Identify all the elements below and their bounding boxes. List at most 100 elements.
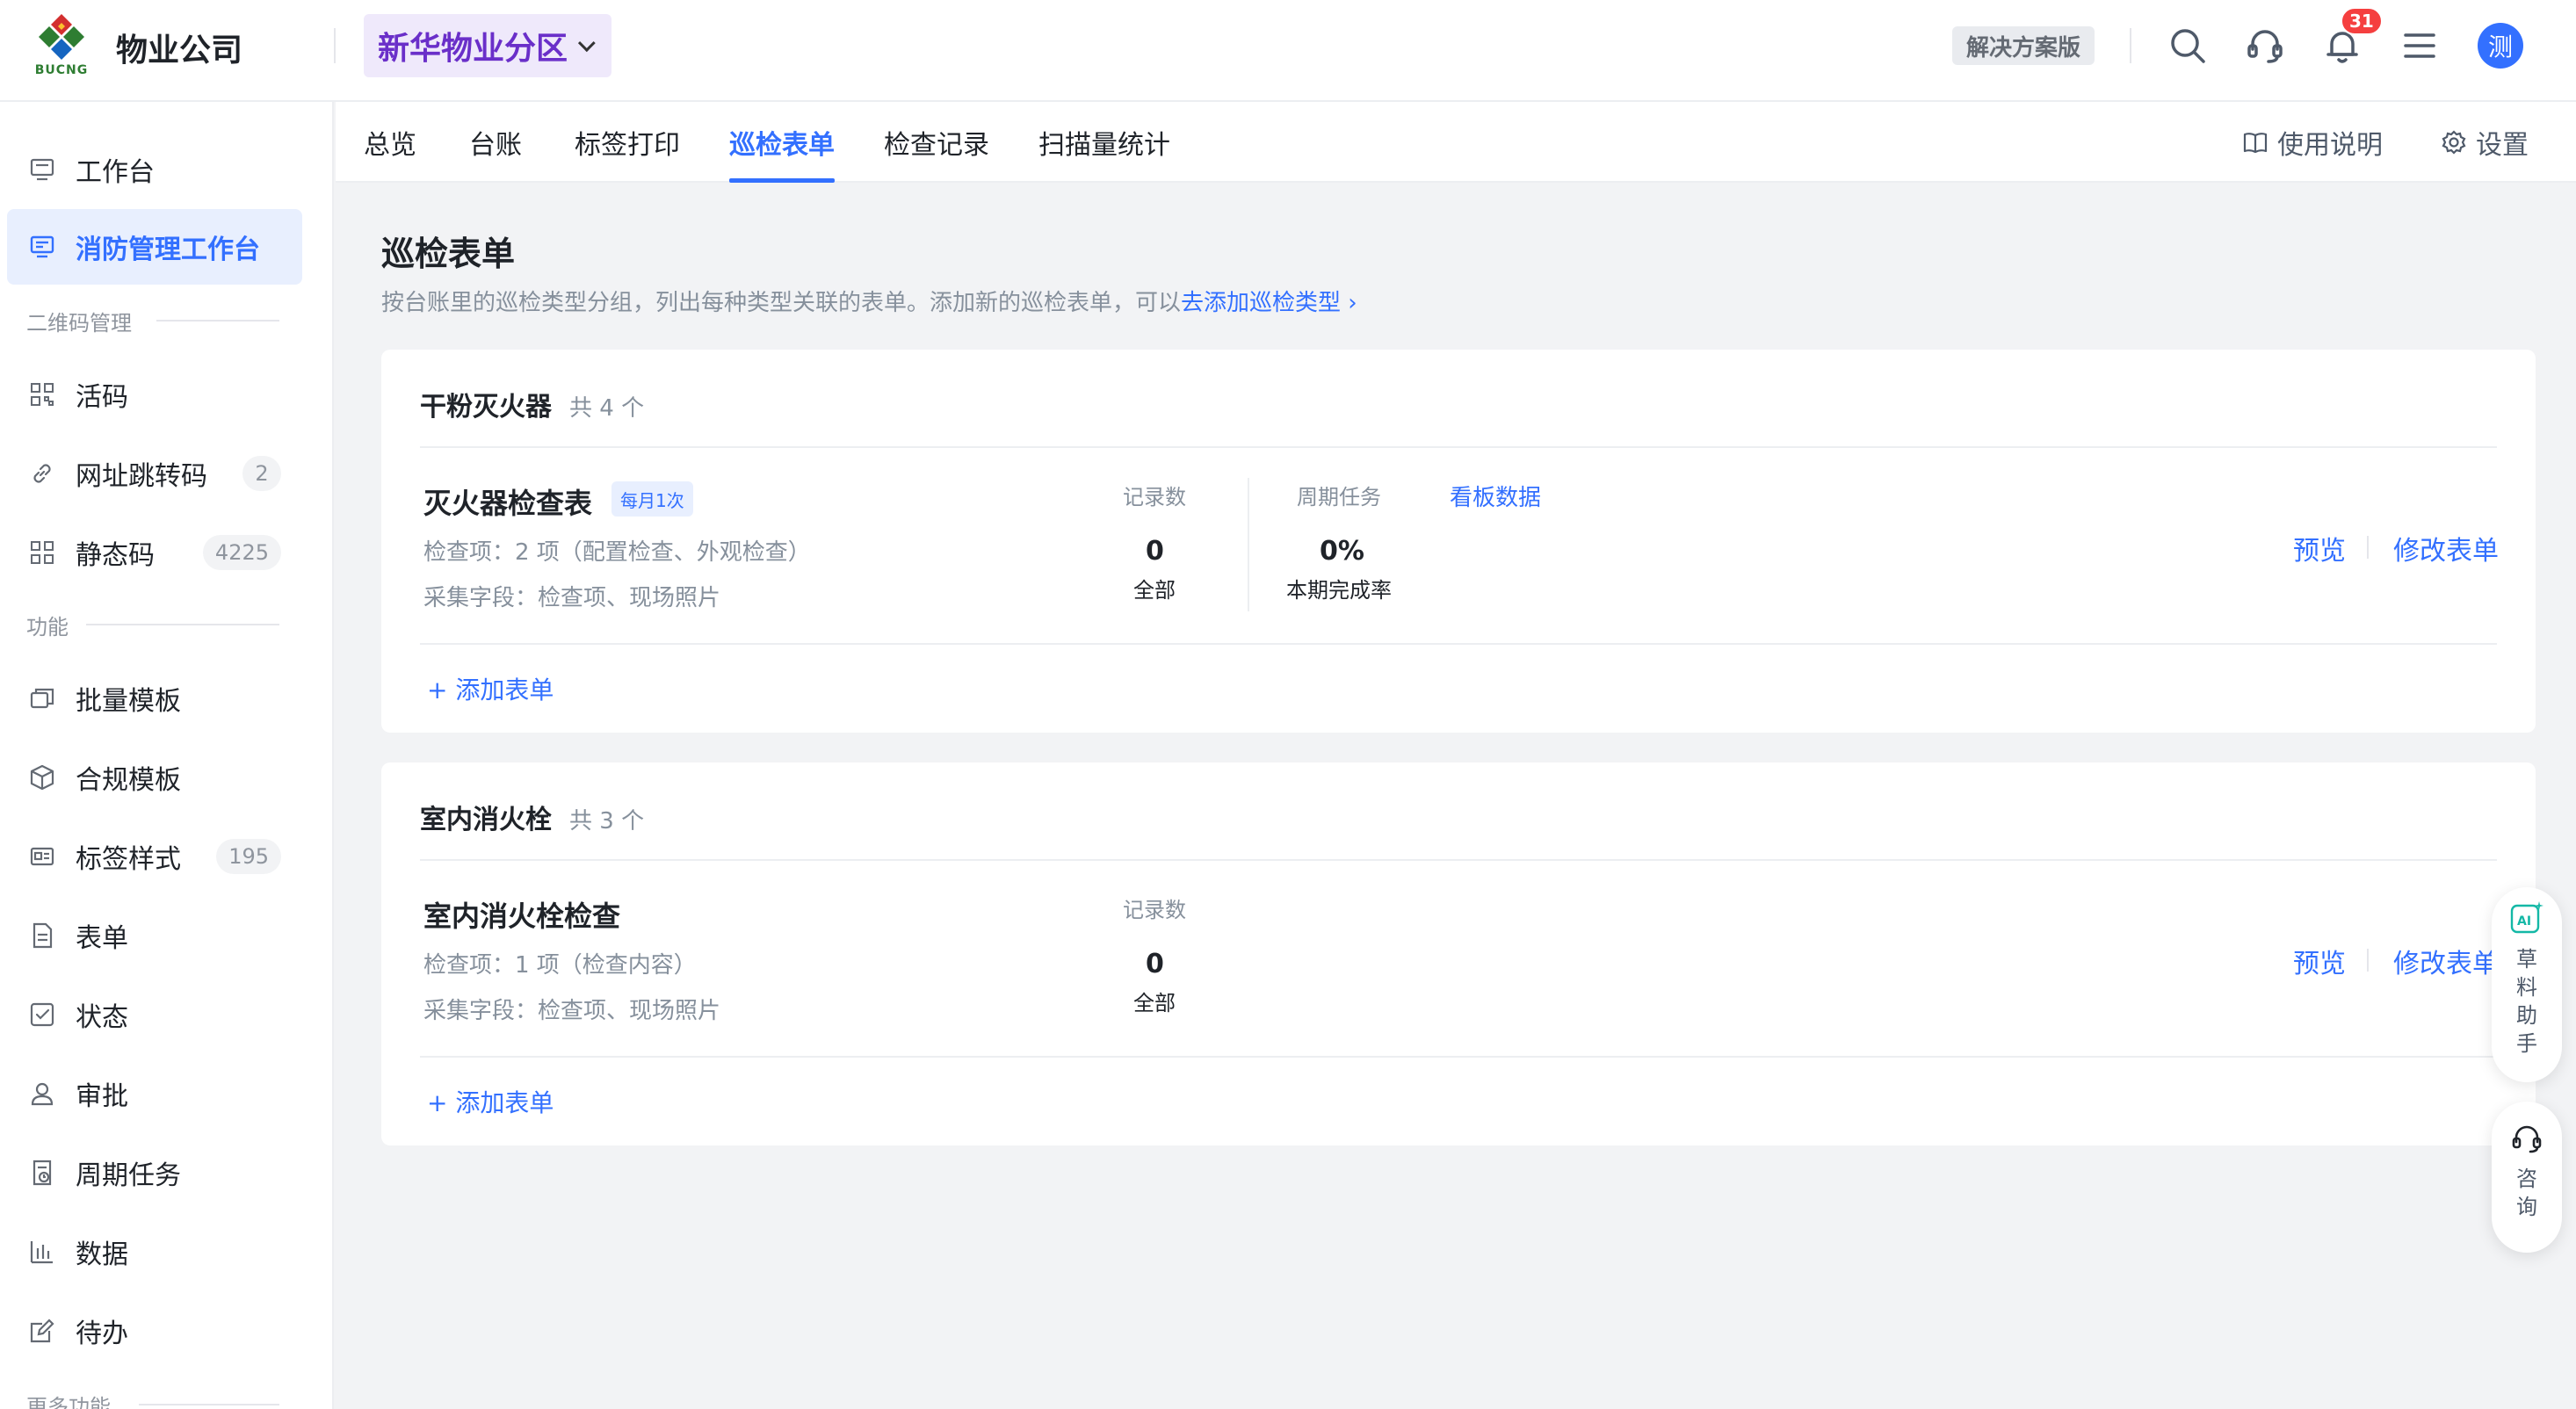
sidebar-item-count: 195 bbox=[216, 839, 281, 874]
edit-form-button[interactable]: 修改表单 bbox=[2393, 942, 2499, 980]
logo-text: BUCNG bbox=[34, 63, 89, 77]
company-name: 物业公司 bbox=[116, 33, 243, 69]
tab-bar: 总览 台账 标签打印 巡检表单 检查记录 扫描量统计 使用说明 设置 bbox=[336, 102, 2576, 183]
menu-icon[interactable] bbox=[2399, 25, 2441, 67]
search-icon[interactable] bbox=[2167, 25, 2209, 67]
sidebar-item-label: 表单 bbox=[76, 923, 128, 954]
add-form-button[interactable]: + 添加表单 bbox=[427, 671, 554, 706]
edition-badge: 解决方案版 bbox=[1952, 26, 2095, 65]
page-description-text: 按台账里的巡检类型分组，列出每种类型关联的表单。添加新的巡检表单，可以 bbox=[381, 290, 1182, 316]
user-avatar[interactable]: 测 bbox=[2478, 23, 2523, 69]
sidebar-item-form[interactable]: 表单 bbox=[7, 898, 302, 973]
sidebar-item-todo[interactable]: 待办 bbox=[7, 1293, 302, 1369]
settings-label: 设置 bbox=[2476, 130, 2529, 161]
form-check-items: 检查项：1 项（检查内容） bbox=[423, 952, 697, 979]
sidebar-item-label-style[interactable]: 标签样式 195 bbox=[7, 819, 302, 894]
preview-button[interactable]: 预览 bbox=[2293, 529, 2346, 567]
dashboard-link[interactable]: 看板数据 bbox=[1450, 480, 1541, 512]
sidebar-item-static-code[interactable]: 静态码 4225 bbox=[7, 515, 302, 590]
ai-assistant-widget[interactable]: AI 草料助手 bbox=[2492, 887, 2562, 1082]
sidebar-item-live-code[interactable]: 活码 bbox=[7, 357, 302, 432]
preview-button[interactable]: 预览 bbox=[2293, 942, 2346, 980]
sidebar-item-status[interactable]: 状态 bbox=[7, 977, 302, 1052]
settings-link[interactable]: 设置 bbox=[2441, 123, 2529, 162]
monitor-icon bbox=[28, 155, 56, 184]
form-fields: 采集字段：检查项、现场照片 bbox=[423, 998, 721, 1024]
sidebar-item-label: 工作台 bbox=[76, 157, 155, 188]
form-check-items: 检查项：2 项（配置检查、外观检查） bbox=[423, 539, 811, 566]
tab-check-records[interactable]: 检查记录 bbox=[884, 123, 989, 183]
top-bar: BUCNG 物业公司 新华物业分区 解决方案版 31 测 bbox=[0, 0, 2576, 102]
page-description: 按台账里的巡检类型分组，列出每种类型关联的表单。添加新的巡检表单，可以去添加巡检… bbox=[381, 285, 1357, 317]
monitor-icon bbox=[28, 233, 56, 261]
tab-inspection-form[interactable]: 巡检表单 bbox=[729, 123, 835, 183]
sidebar-item-data[interactable]: 数据 bbox=[7, 1214, 302, 1290]
consult-label: 咨询 bbox=[2516, 1167, 2537, 1219]
divider bbox=[420, 446, 2497, 448]
group-name: 室内消火栓 bbox=[420, 805, 552, 835]
sidebar-item-workbench[interactable]: 工作台 bbox=[7, 132, 302, 207]
action-divider bbox=[2367, 536, 2369, 559]
headset-icon[interactable] bbox=[2244, 25, 2286, 67]
section-title-function: 功能 bbox=[26, 615, 69, 639]
tab-scan-stats[interactable]: 扫描量统计 bbox=[1038, 123, 1170, 183]
frequency-tag: 每月1次 bbox=[611, 481, 693, 517]
checkbox-icon bbox=[28, 1001, 56, 1029]
tab-label-print[interactable]: 标签打印 bbox=[575, 123, 680, 183]
sidebar-item-url-code[interactable]: 网址跳转码 2 bbox=[7, 436, 302, 511]
sidebar-item-fire-workbench[interactable]: 消防管理工作台 bbox=[7, 209, 302, 285]
sidebar-item-label: 状态 bbox=[76, 1002, 128, 1033]
branch-name: 新华物业分区 bbox=[378, 31, 568, 67]
group-count: 共 4 个 bbox=[569, 395, 645, 422]
add-inspection-type-link[interactable]: 去添加巡检类型 › bbox=[1181, 290, 1357, 316]
header-divider bbox=[2130, 28, 2131, 63]
sidebar-item-label: 批量模板 bbox=[76, 686, 181, 717]
form-fields: 采集字段：检查项、现场照片 bbox=[423, 585, 721, 611]
periodic-value: 0% bbox=[1320, 536, 1364, 567]
records-value: 0 bbox=[1146, 949, 1164, 979]
sidebar-item-label: 活码 bbox=[76, 382, 128, 413]
sidebar-item-label: 审批 bbox=[76, 1081, 128, 1112]
divider bbox=[420, 643, 2497, 645]
form-name[interactable]: 室内消火栓检查 bbox=[423, 894, 620, 935]
records-label: 记录数 bbox=[1123, 485, 1186, 509]
tab-ledger[interactable]: 台账 bbox=[469, 123, 522, 183]
gear-icon bbox=[2441, 129, 2467, 155]
notification-badge: 31 bbox=[2341, 7, 2383, 35]
tab-overview[interactable]: 总览 bbox=[364, 123, 416, 183]
consult-widget[interactable]: 咨询 bbox=[2492, 1102, 2562, 1253]
sidebar: 工作台 消防管理工作台 二维码管理 活码 网址跳转码 2 静态码 4225 功能 bbox=[0, 102, 334, 1409]
user-icon bbox=[28, 1080, 56, 1108]
records-label: 记录数 bbox=[1123, 898, 1186, 922]
sidebar-item-compliance-template[interactable]: 合规模板 bbox=[7, 740, 302, 815]
add-form-button[interactable]: + 添加表单 bbox=[427, 1084, 554, 1119]
divider bbox=[420, 859, 2497, 861]
sidebar-item-periodic-task[interactable]: 周期任务 bbox=[7, 1135, 302, 1210]
sidebar-item-batch-template[interactable]: 批量模板 bbox=[7, 661, 302, 736]
qr-icon bbox=[28, 380, 56, 408]
sidebar-item-approval[interactable]: 审批 bbox=[7, 1056, 302, 1131]
records-value: 0 bbox=[1146, 536, 1164, 567]
group-header: 干粉灭火器 共 4 个 bbox=[420, 385, 644, 423]
periodic-sub: 本期完成率 bbox=[1286, 578, 1392, 603]
link-icon bbox=[28, 459, 56, 488]
action-divider bbox=[2367, 949, 2369, 972]
branch-selector[interactable]: 新华物业分区 bbox=[364, 14, 612, 77]
manual-link[interactable]: 使用说明 bbox=[2242, 123, 2383, 162]
sidebar-item-label: 网址跳转码 bbox=[76, 461, 207, 492]
cube-icon bbox=[28, 763, 56, 791]
group-card-indoor-hydrant: 室内消火栓 共 3 个 室内消火栓检查 检查项：1 项（检查内容） 采集字段：检… bbox=[381, 762, 2536, 1145]
ai-assistant-label: 草料助手 bbox=[2516, 947, 2537, 1056]
sidebar-item-count: 4225 bbox=[202, 535, 281, 570]
calendar-doc-icon bbox=[28, 1159, 56, 1187]
page-title: 巡检表单 bbox=[381, 235, 516, 273]
divider bbox=[420, 1056, 2497, 1058]
stat-divider bbox=[1248, 478, 1249, 611]
periodic-label: 周期任务 bbox=[1297, 485, 1381, 509]
ai-icon: AI bbox=[2507, 900, 2546, 938]
form-name[interactable]: 灭火器检查表 bbox=[423, 481, 592, 522]
edit-form-button[interactable]: 修改表单 bbox=[2393, 529, 2499, 567]
group-card-dry-powder: 干粉灭火器 共 4 个 灭火器检查表 每月1次 检查项：2 项（配置检查、外观检… bbox=[381, 350, 2536, 733]
sidebar-item-label: 待办 bbox=[76, 1319, 128, 1349]
section-divider bbox=[86, 624, 279, 625]
